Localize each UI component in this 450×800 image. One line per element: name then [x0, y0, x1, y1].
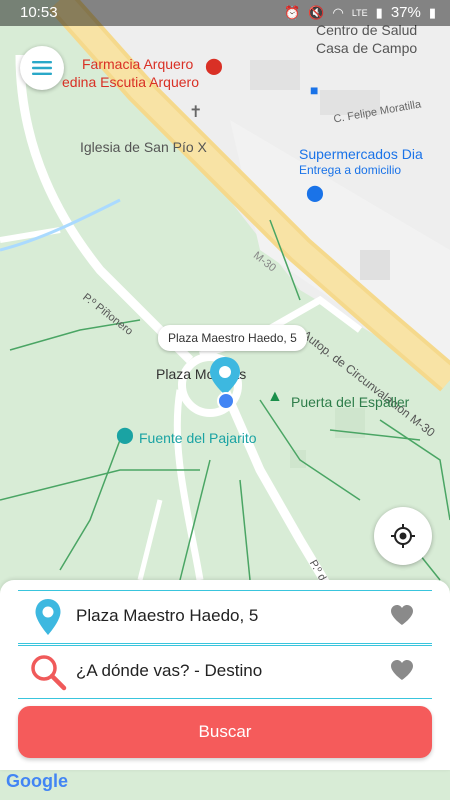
label-supermercado-sub: Entrega a domicilio	[299, 163, 402, 177]
origin-pin-icon	[28, 597, 68, 637]
battery-level: 37%	[390, 4, 421, 21]
current-location-dot	[217, 392, 235, 410]
location-callout[interactable]: Plaza Maestro Haedo, 5	[158, 325, 307, 351]
status-icons: ⏰ 🔇 ◠ LTE ▮ 37% ▮	[284, 4, 436, 21]
favorite-origin-heart-icon[interactable]	[390, 604, 414, 631]
hamburger-icon	[32, 61, 52, 75]
search-button[interactable]: Buscar	[18, 706, 432, 758]
my-location-button[interactable]	[374, 507, 432, 565]
label-farmacia[interactable]: Farmacia Arquero	[82, 56, 193, 72]
mute-icon: 🔇	[308, 4, 325, 20]
volte-icon: LTE	[351, 7, 368, 18]
alarm-icon: ⏰	[284, 4, 301, 20]
destination-placeholder: ¿A dónde vas? - Destino	[76, 661, 263, 680]
status-time: 10:53	[20, 4, 58, 21]
label-puerta[interactable]: Puerta del Espaller	[291, 394, 409, 410]
label-iglesia[interactable]: Iglesia de San Pío X	[80, 139, 207, 155]
label-supermercado[interactable]: Supermercados Dia	[299, 146, 423, 162]
church-pin-icon[interactable]: ✝	[189, 102, 202, 122]
label-centro-salud-sub: Casa de Campo	[316, 40, 418, 56]
bus-stop-icon[interactable]: ■	[310, 82, 318, 98]
label-fuente[interactable]: Fuente del Pajarito	[139, 430, 257, 446]
crosshair-icon	[391, 524, 415, 548]
origin-field[interactable]: Plaza Maestro Haedo, 5	[18, 590, 432, 644]
signal-icon: ▮	[375, 4, 383, 20]
tree-pin-icon[interactable]: ▲	[267, 388, 283, 406]
label-farmacia-sub: edina Escutia Arquero	[62, 74, 199, 90]
pharmacy-pin-icon[interactable]: ⬤	[205, 56, 223, 76]
status-bar: 10:53 ⏰ 🔇 ◠ LTE ▮ 37% ▮	[0, 0, 450, 26]
battery-icon: ▮	[428, 4, 436, 20]
search-magnifier-icon	[28, 652, 68, 692]
menu-button[interactable]	[20, 46, 64, 90]
destination-field[interactable]: ¿A dónde vas? - Destino	[18, 645, 432, 699]
wifi-icon: ◠	[332, 4, 344, 20]
fountain-pin-icon[interactable]: ⬤	[116, 425, 134, 445]
google-logo: Google	[6, 771, 68, 792]
google-logo-text: Google	[6, 771, 68, 791]
route-panel: Plaza Maestro Haedo, 5 ¿A dónde vas? - D…	[0, 580, 450, 770]
shopping-cart-pin-icon[interactable]: ⬤	[306, 183, 324, 203]
origin-text: Plaza Maestro Haedo, 5	[76, 606, 259, 625]
favorite-destination-heart-icon[interactable]	[390, 659, 414, 686]
location-pin-icon[interactable]	[208, 356, 242, 396]
